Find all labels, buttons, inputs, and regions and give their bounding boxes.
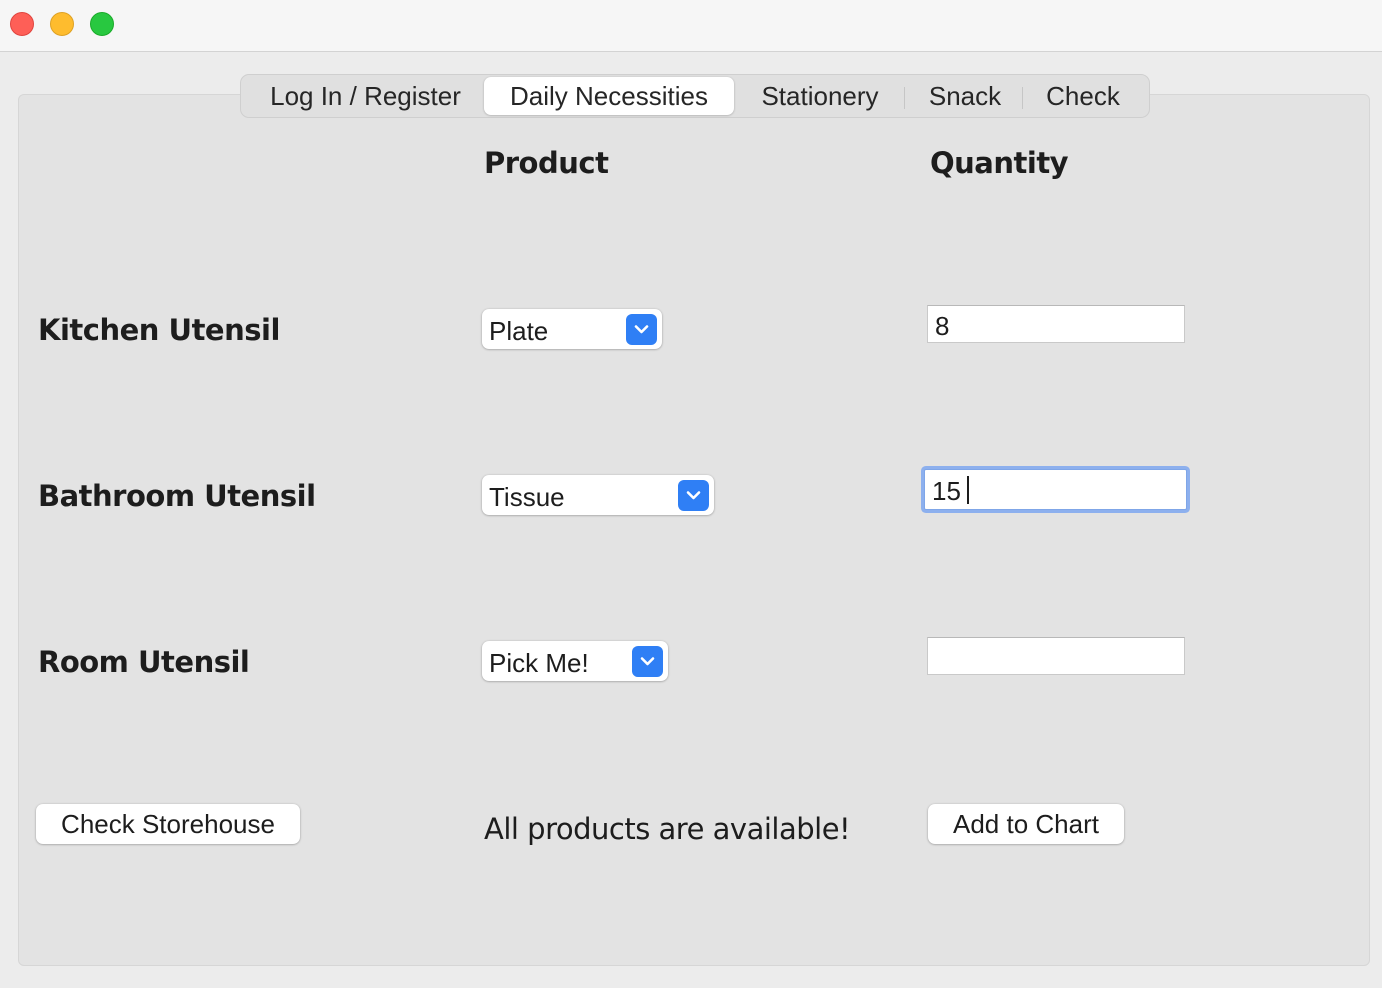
kitchen-quantity-field[interactable] <box>927 305 1185 343</box>
kitchen-product-dropdown[interactable]: Plate <box>482 309 662 349</box>
room-quantity-field[interactable] <box>927 637 1185 675</box>
bathroom-utensil-label: Bathroom Utensil <box>38 479 316 513</box>
tab-separator <box>1022 87 1023 109</box>
tab-check[interactable]: Check <box>1029 77 1137 115</box>
status-message: All products are available! <box>484 812 851 846</box>
kitchen-product-selected: Plate <box>489 316 549 346</box>
tab-log-in-register[interactable]: Log In / Register <box>249 77 482 115</box>
bathroom-quantity-field[interactable] <box>924 469 1187 510</box>
bathroom-quantity-input[interactable] <box>925 470 1186 509</box>
tab-snack[interactable]: Snack <box>911 77 1019 115</box>
kitchen-utensil-label: Kitchen Utensil <box>38 313 280 347</box>
minimize-window-button[interactable] <box>50 12 74 36</box>
tab-stationery[interactable]: Stationery <box>741 77 899 115</box>
room-product-dropdown[interactable]: Pick Me! <box>482 641 668 681</box>
close-window-button[interactable] <box>10 12 34 36</box>
tab-daily-necessities[interactable]: Daily Necessities <box>484 77 734 115</box>
bathroom-product-dropdown[interactable]: Tissue <box>482 475 714 515</box>
bathroom-product-selected: Tissue <box>489 482 565 512</box>
text-caret <box>967 476 969 504</box>
app-window: Log In / Register Daily Necessities Stat… <box>0 0 1382 988</box>
chevron-down-icon <box>626 314 657 345</box>
tab-separator <box>904 87 905 109</box>
kitchen-quantity-input[interactable] <box>928 306 1184 342</box>
tab-bar: Log In / Register Daily Necessities Stat… <box>240 74 1150 118</box>
room-quantity-input[interactable] <box>928 638 1184 674</box>
check-storehouse-button[interactable]: Check Storehouse <box>36 804 300 844</box>
room-product-selected: Pick Me! <box>489 648 589 678</box>
chevron-down-icon <box>632 646 663 677</box>
room-utensil-label: Room Utensil <box>38 645 250 679</box>
product-column-header: Product <box>484 146 609 180</box>
chevron-down-icon <box>678 480 709 511</box>
maximize-window-button[interactable] <box>90 12 114 36</box>
title-bar <box>0 0 1382 52</box>
quantity-column-header: Quantity <box>930 146 1069 180</box>
add-to-chart-button[interactable]: Add to Chart <box>928 804 1124 844</box>
